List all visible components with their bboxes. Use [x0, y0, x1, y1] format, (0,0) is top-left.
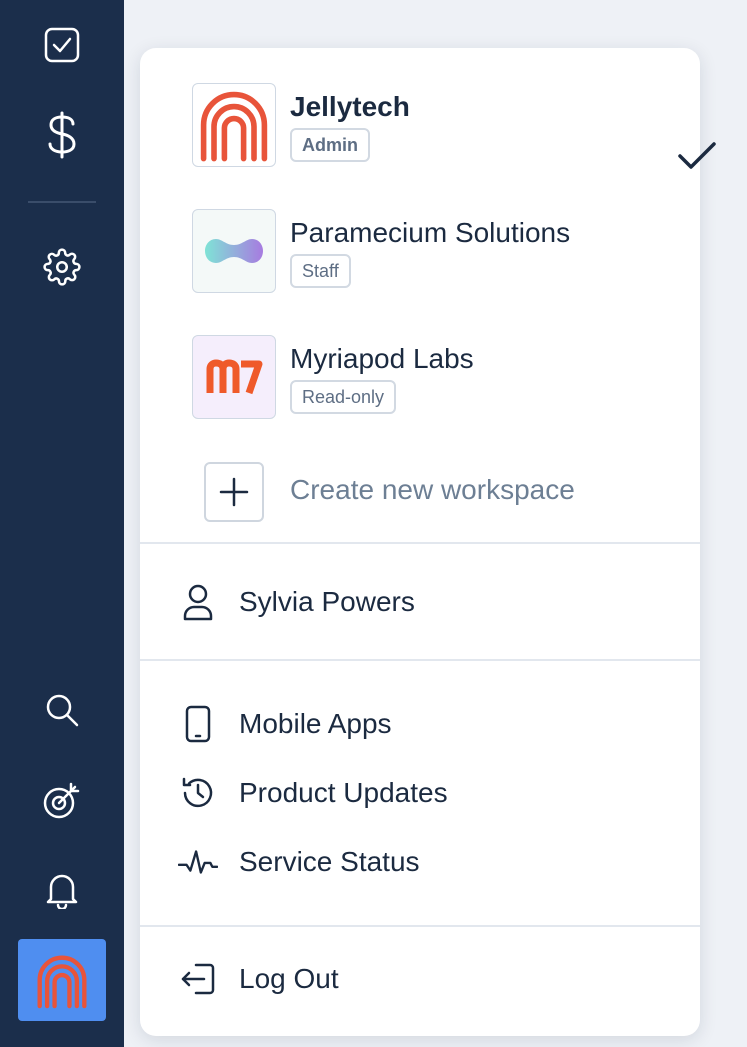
divider: [140, 925, 700, 927]
workspace-name: Paramecium Solutions: [290, 217, 571, 248]
blob-logo-icon: [205, 239, 263, 263]
workspace-name: Jellytech: [290, 91, 410, 122]
paramecium-logo: [192, 209, 276, 293]
billing-dollar-icon[interactable]: [32, 105, 92, 165]
workspace-item-myriapod[interactable]: Myriapod Labs Read-only: [192, 335, 672, 419]
service-status-label: Service Status: [239, 846, 420, 877]
search-icon[interactable]: [32, 680, 92, 740]
sidebar-divider: [28, 201, 96, 203]
tasks-checkbox-icon[interactable]: [32, 15, 92, 75]
fingerprint-logo-icon: [200, 91, 268, 162]
role-badge: Staff: [290, 254, 351, 288]
mobile-phone-icon: [178, 704, 218, 744]
product-updates-link[interactable]: Product Updates: [178, 773, 658, 813]
mobile-apps-link[interactable]: Mobile Apps: [178, 704, 658, 744]
workspace-name: Myriapod Labs: [290, 343, 474, 374]
workspace-item-jellytech[interactable]: Jellytech Admin: [192, 83, 716, 169]
history-clock-icon: [178, 773, 218, 813]
logout-icon: [178, 959, 218, 999]
myriapod-logo: [192, 335, 276, 419]
jellytech-logo: [192, 83, 276, 167]
product-updates-label: Product Updates: [239, 777, 448, 808]
role-badge: Read-only: [290, 380, 397, 414]
workspace-item-paramecium[interactable]: Paramecium Solutions Staff: [192, 209, 672, 293]
user-profile-item[interactable]: Sylvia Powers: [178, 582, 658, 622]
logout-label: Log Out: [239, 963, 339, 994]
selected-check-icon: [677, 141, 717, 176]
bell-icon[interactable]: [32, 860, 92, 920]
workspace-menu: Jellytech Admin Paramecium Solutions Sta…: [140, 48, 716, 1036]
pulse-activity-icon: [178, 842, 218, 882]
sidebar: [0, 0, 124, 1047]
divider: [140, 659, 700, 661]
plus-icon: [204, 462, 264, 522]
settings-gear-icon[interactable]: [32, 237, 92, 297]
fingerprint-logo-icon: [37, 955, 87, 1009]
create-workspace-button[interactable]: Create new workspace: [204, 462, 664, 522]
create-workspace-label: Create new workspace: [290, 474, 575, 505]
user-icon: [178, 582, 218, 622]
divider: [140, 542, 700, 544]
service-status-link[interactable]: Service Status: [178, 842, 658, 882]
user-name: Sylvia Powers: [239, 586, 415, 617]
logout-button[interactable]: Log Out: [178, 959, 658, 999]
target-icon[interactable]: [32, 770, 92, 830]
mobile-apps-label: Mobile Apps: [239, 708, 392, 739]
workspace-avatar-button[interactable]: [18, 939, 106, 1021]
role-badge: Admin: [290, 128, 370, 162]
m7-logo-icon: [206, 359, 263, 395]
